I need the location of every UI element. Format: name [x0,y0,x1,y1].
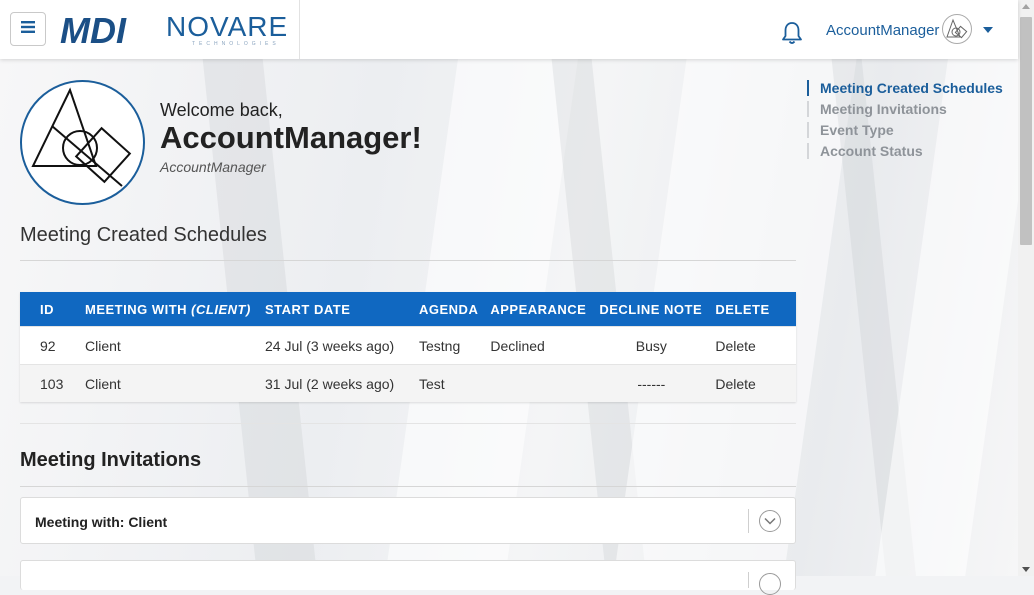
delete-link[interactable]: Delete [709,326,796,365]
brand-tagline: TECHNOLOGIES [192,41,280,47]
column-header-start-date[interactable]: START DATE [259,292,413,327]
section-nav-meeting-created-schedules[interactable]: Meeting Created Schedules [807,80,1007,96]
column-header-delete[interactable]: DELETE [709,292,796,327]
section-nav: Meeting Created Schedules Meeting Invita… [807,80,1007,164]
cell-meeting-with: Client [79,326,259,365]
section-divider [20,486,796,487]
column-header-meeting-with-sub: (CLIENT) [191,301,251,317]
cell-decline-note: ------ [593,364,710,402]
cell-start-date: 31 Jul (2 weeks ago) [259,364,413,402]
cell-agenda: Test [413,364,485,402]
welcome-text: Welcome back, [160,100,283,120]
profile-avatar [20,80,145,205]
cell-id: 92 [20,326,79,365]
table-row: 92 Client 24 Jul (3 weeks ago) Testng De… [20,326,796,365]
hamburger-icon [21,20,35,38]
schedules-table: ID MEETING WITH (CLIENT) START DATE AGEN… [20,292,796,402]
user-avatar[interactable] [942,14,972,44]
section-nav-meeting-invitations[interactable]: Meeting Invitations [807,101,1007,117]
cell-meeting-with: Client [79,364,259,402]
scroll-down-icon[interactable] [1022,567,1030,572]
section-divider [20,423,796,424]
table-row: 103 Client 31 Jul (2 weeks ago) Test ---… [20,364,796,402]
invitation-accordion-label: Meeting with: Client [35,514,168,530]
schedules-section-title: Meeting Created Schedules [20,224,267,246]
accordion-divider [748,509,749,533]
section-nav-event-type[interactable]: Event Type [807,122,1007,138]
column-header-meeting-with-label: MEETING WITH [85,301,188,317]
cell-id: 103 [20,364,79,402]
chevron-down-icon[interactable] [759,573,781,595]
cell-appearance [484,364,594,402]
logo-divider [299,0,300,59]
cell-start-date: 24 Jul (3 weeks ago) [259,326,413,365]
invitation-accordion-item-partial[interactable] [20,560,796,595]
cell-agenda: Testng [413,326,485,365]
page-scrollbar[interactable] [1018,0,1034,576]
invitations-section-title: Meeting Invitations [20,449,202,471]
bell-icon[interactable] [781,21,803,50]
brand-novare: NOVARE [166,11,288,42]
scroll-up-icon[interactable] [1022,4,1030,9]
column-header-agenda[interactable]: AGENDA [413,292,485,327]
column-header-decline-note[interactable]: DECLINE NOTE [593,292,710,327]
section-divider [20,260,796,261]
profile-username: AccountManager [160,159,266,175]
scrollbar-thumb[interactable] [1020,17,1032,245]
user-menu-name[interactable]: AccountManager [826,22,939,39]
cell-decline-note: Busy [593,326,710,365]
column-header-appearance[interactable]: APPEARANCE [484,292,594,327]
brand-mdi: MDI [60,10,127,48]
brand-logo[interactable]: MDI NOVARE TECHNOLOGIES [60,10,290,53]
column-header-id[interactable]: ID [20,292,79,327]
chevron-down-icon[interactable] [759,510,781,532]
column-header-meeting-with[interactable]: MEETING WITH (CLIENT) [79,292,259,327]
menu-toggle-button[interactable] [10,12,46,46]
delete-link[interactable]: Delete [709,364,796,402]
cell-appearance: Declined [484,326,594,365]
section-nav-account-status[interactable]: Account Status [807,143,1007,159]
table-header-row: ID MEETING WITH (CLIENT) START DATE AGEN… [20,292,796,327]
accordion-divider [748,572,749,588]
top-navbar: MDI NOVARE TECHNOLOGIES AccountManager [0,0,1018,59]
invitation-accordion-item[interactable]: Meeting with: Client [20,497,796,544]
caret-down-icon[interactable] [983,27,993,33]
profile-display-name: AccountManager! [160,120,422,155]
